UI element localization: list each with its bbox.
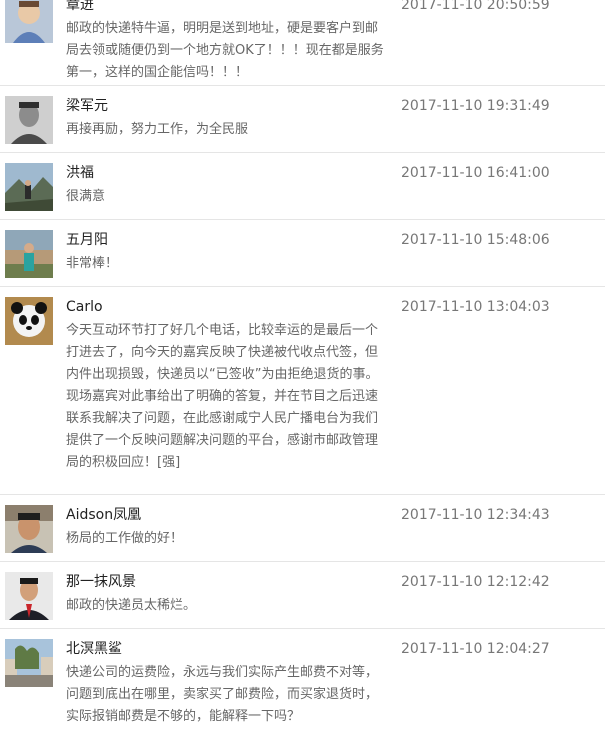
comment-time: 2017-11-10 15:48:06 [401,232,550,248]
comment-text: 今天互动环节打了好几个电话，比较幸运的是最后一个打进去了，向今天的嘉宾反映了快递… [66,323,379,470]
comment-text: 非常棒！ [66,256,119,271]
comment-text: 快递公司的运费险，永远与我们实际产生邮费不对等，问题到底出在哪里，卖家买了邮费险… [66,665,379,724]
comment-text: 杨局的工作做的好！ [66,531,184,546]
comment-time: 2017-11-10 13:04:03 [401,299,550,315]
comment-time: 2017-11-10 20:50:59 [401,0,550,13]
comment-item: 梁军元 2017-11-10 19:31:49 再接再励，努力工作，为全民服 [0,86,605,153]
comment-item: 那一抹风景 2017-11-10 12:12:42 邮政的快递员太稀烂。 [0,562,605,629]
man-portrait-avatar[interactable] [5,505,53,553]
landscape-person-avatar[interactable] [5,163,53,211]
comment-time: 2017-11-10 16:41:00 [401,165,550,181]
comment-author[interactable]: 五月阳 [66,230,108,250]
comment-author[interactable]: Carlo [66,297,103,317]
comment-item: 洪福 2017-11-10 16:41:00 很满意 [0,153,605,220]
comment-item: 五月阳 2017-11-10 15:48:06 非常棒！ [0,220,605,287]
comment-author[interactable]: 洪福 [66,163,94,183]
comment-text: 邮政的快递员太稀烂。 [66,598,197,613]
comment-time: 2017-11-10 12:04:27 [401,641,550,657]
bw-portrait-avatar[interactable] [5,96,53,144]
comment-list: 章进 2017-11-10 20:50:59 邮政的快递特牛逼，明明是送到地址，… [0,0,605,749]
outdoor-person-avatar[interactable] [5,230,53,278]
comment-time: 2017-11-10 12:34:43 [401,507,550,523]
comment-author[interactable]: 那一抹风景 [66,572,136,592]
comment-author[interactable]: Aidson凤凰 [66,505,141,525]
comment-author[interactable]: 北溟黑鲨 [66,639,122,659]
comment-text: 邮政的快递特牛逼，明明是送到地址，硬是要客户到邮局去领或随便仍到一个地方就OK了… [66,21,384,80]
comment-item: Aidson凤凰 2017-11-10 12:34:43 杨局的工作做的好！ [0,495,605,562]
comment-text: 很满意 [66,189,106,204]
man-suit-avatar[interactable] [5,572,53,620]
street-scene-avatar[interactable] [5,639,53,687]
comment-item: Carlo 2017-11-10 13:04:03 今天互动环节打了好几个电话，… [0,287,605,495]
panda-toy-avatar[interactable] [5,297,53,345]
comment-author[interactable]: 梁军元 [66,96,108,116]
child-photo-avatar[interactable] [5,0,53,43]
comment-time: 2017-11-10 19:31:49 [401,98,550,114]
comment-item: 北溟黑鲨 2017-11-10 12:04:27 快递公司的运费险，永远与我们实… [0,629,605,749]
comment-author[interactable]: 章进 [66,0,94,15]
comment-time: 2017-11-10 12:12:42 [401,574,550,590]
comment-item: 章进 2017-11-10 20:50:59 邮政的快递特牛逼，明明是送到地址，… [0,0,605,86]
comment-text: 再接再励，努力工作，为全民服 [66,122,249,137]
